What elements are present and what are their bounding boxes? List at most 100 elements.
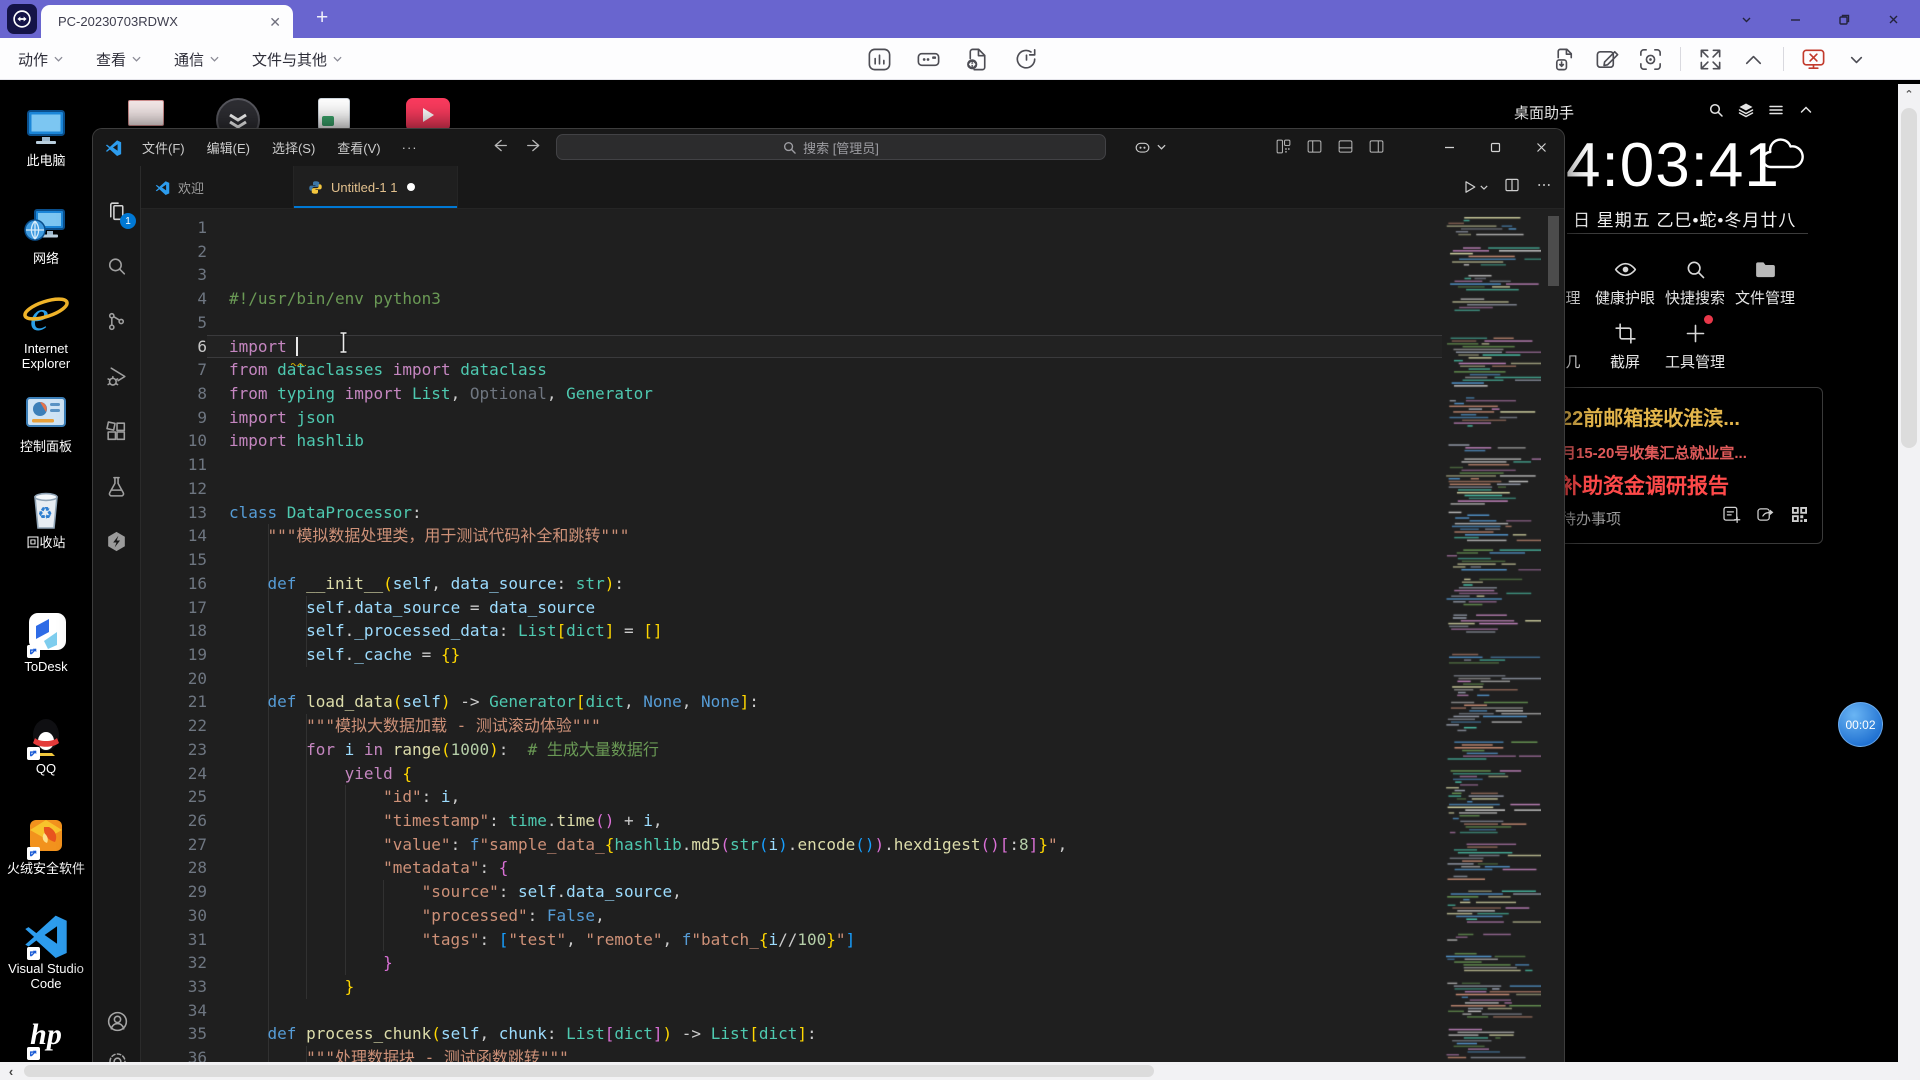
command-center-search[interactable]: 搜索 [管理员] xyxy=(556,134,1106,160)
connection-bar-icon[interactable] xyxy=(915,46,942,73)
collapse-icon[interactable] xyxy=(1798,102,1814,123)
more-actions-icon[interactable] xyxy=(1536,177,1552,198)
desktop-icon-control-panel[interactable]: 控制面板 xyxy=(0,390,92,454)
account-icon[interactable] xyxy=(105,1009,130,1034)
code-line-5[interactable] xyxy=(229,311,1067,335)
code-line-22[interactable]: """模拟大数据加载 - 测试滚动体验""" xyxy=(229,714,1067,738)
toggle-panel-icon[interactable] xyxy=(1337,138,1354,160)
explorer-icon[interactable]: 1 xyxy=(104,199,129,224)
layers-icon[interactable] xyxy=(1738,102,1754,123)
file-receive-icon[interactable] xyxy=(1551,46,1578,73)
code-line-31[interactable]: "tags": ["test", "remote", f"batch_{i//1… xyxy=(229,928,1067,952)
code-line-15[interactable] xyxy=(229,548,1067,572)
code-editor[interactable]: 1234567891011121314151617181920212223242… xyxy=(141,209,1564,1062)
source-control-icon[interactable] xyxy=(104,309,129,334)
vertical-scrollbar-thumb[interactable] xyxy=(1901,108,1917,448)
search-icon[interactable] xyxy=(104,254,129,279)
code-line-8[interactable]: from typing import List, Optional, Gener… xyxy=(229,382,1067,406)
code-line-14[interactable]: """模拟数据处理类，用于测试代码补全和跳转""" xyxy=(229,524,1067,548)
editor-scrollbar[interactable] xyxy=(1544,209,1564,1062)
restart-icon[interactable] xyxy=(1013,46,1040,73)
code-line-6[interactable]: import xyxy=(229,335,1067,359)
code-content[interactable]: #!/usr/bin/env python3 import from datac… xyxy=(229,216,1067,1062)
toggle-sidebar-icon[interactable] xyxy=(1306,138,1323,160)
desktop-icon-huorong[interactable]: 火绒安全软件 xyxy=(0,812,92,876)
nav-back-icon[interactable] xyxy=(491,137,508,159)
qrcode-icon[interactable] xyxy=(1789,504,1810,530)
vscode-minimize-button[interactable] xyxy=(1426,129,1472,166)
vscode-menu-2[interactable]: 选择(S) xyxy=(261,136,326,160)
code-line-17[interactable]: self.data_source = data_source xyxy=(229,596,1067,620)
tv-menu-0[interactable]: 动作 xyxy=(18,49,63,70)
extension-hex-icon[interactable] xyxy=(104,529,129,554)
code-line-26[interactable]: "timestamp": time.time() + i, xyxy=(229,809,1067,833)
code-line-27[interactable]: "value": f"sample_data_{hashlib.md5(str(… xyxy=(229,833,1067,857)
nav-forward-icon[interactable] xyxy=(526,137,543,159)
code-line-1[interactable] xyxy=(229,216,1067,240)
desktop-icon-this-pc[interactable]: 此电脑 xyxy=(0,104,92,168)
code-line-12[interactable] xyxy=(229,477,1067,501)
horizontal-scrollbar-thumb[interactable] xyxy=(24,1065,1154,1077)
code-line-7[interactable]: from dataclasses import dataclass xyxy=(229,358,1067,382)
code-line-21[interactable]: def load_data(self) -> Generator[dict, N… xyxy=(229,690,1067,714)
minimize-button[interactable] xyxy=(1771,0,1820,38)
scroll-up-icon[interactable]: ⌃ xyxy=(1898,84,1920,104)
tv-menu-2[interactable]: 通信 xyxy=(174,49,219,70)
vscode-close-button[interactable] xyxy=(1518,129,1564,166)
settings-gear-icon[interactable] xyxy=(105,1049,130,1062)
assistant-tool-3[interactable]: 文件管理 xyxy=(1723,254,1807,308)
desktop-icon-hp[interactable]: hphp xyxy=(0,1012,92,1062)
tab-welcome[interactable]: 欢迎 xyxy=(141,166,294,208)
split-editor-icon[interactable] xyxy=(1504,177,1520,198)
vscode-menu-0[interactable]: 文件(F) xyxy=(131,136,196,160)
news-item-1[interactable]: 月15-20号收集汇总就业宣... xyxy=(1561,442,1747,463)
testing-icon[interactable] xyxy=(104,474,129,499)
session-tab[interactable]: PC-20230703RDWX ✕ xyxy=(41,5,293,38)
note-add-icon[interactable] xyxy=(1721,504,1742,530)
close-session-tab-icon[interactable]: ✕ xyxy=(269,15,281,29)
session-timer-badge[interactable]: 00:02 xyxy=(1838,702,1883,747)
screen-capture-icon[interactable] xyxy=(1637,46,1664,73)
tv-menu-3[interactable]: 文件与其他 xyxy=(252,49,342,70)
vscode-maximize-button[interactable] xyxy=(1472,129,1518,166)
code-line-2[interactable] xyxy=(229,240,1067,264)
vscode-menu-3[interactable]: 查看(V) xyxy=(326,136,391,160)
code-line-36[interactable]: """处理数据块 - 测试函数跳转""" xyxy=(229,1046,1067,1062)
vscode-menu-1[interactable]: 编辑(E) xyxy=(196,136,261,160)
unsaved-dot-icon[interactable] xyxy=(407,183,415,191)
code-line-33[interactable]: } xyxy=(229,975,1067,999)
code-line-23[interactable]: for i in range(1000): # 生成大量数据行 xyxy=(229,738,1067,762)
file-transfer-icon[interactable] xyxy=(964,46,991,73)
restore-button[interactable] xyxy=(1820,0,1869,38)
run-python-file-button[interactable] xyxy=(1462,179,1488,195)
todo-label[interactable]: 待办事项 xyxy=(1561,508,1621,529)
code-line-19[interactable]: self._cache = {} xyxy=(229,643,1067,667)
code-line-35[interactable]: def process_chunk(self, chunk: List[dict… xyxy=(229,1022,1067,1046)
toggle-secondary-sidebar-icon[interactable] xyxy=(1368,138,1385,160)
partial-desktop-icon[interactable] xyxy=(406,98,450,132)
session-options-icon[interactable] xyxy=(1843,46,1870,73)
close-button[interactable] xyxy=(1869,0,1918,38)
collapse-toolbar-icon[interactable] xyxy=(1740,46,1767,73)
tab-untitled-1[interactable]: Untitled-1 1 xyxy=(294,166,458,208)
fullscreen-icon[interactable] xyxy=(1697,46,1724,73)
assistant-tool-6[interactable]: 工具管理 xyxy=(1653,318,1737,372)
code-line-4[interactable]: #!/usr/bin/env python3 xyxy=(229,287,1067,311)
code-line-18[interactable]: self._processed_data: List[dict] = [] xyxy=(229,619,1067,643)
run-debug-icon[interactable] xyxy=(104,364,129,389)
tv-menu-1[interactable]: 查看 xyxy=(96,49,141,70)
desktop-icon-todesk[interactable]: ToDesk xyxy=(0,610,92,674)
partial-desktop-icon[interactable] xyxy=(318,98,350,130)
code-line-25[interactable]: "id": i, xyxy=(229,785,1067,809)
search-icon[interactable] xyxy=(1708,102,1724,123)
news-item-0[interactable]: 22前邮箱接收淮滨... xyxy=(1561,402,1740,431)
code-line-13[interactable]: class DataProcessor: xyxy=(229,501,1067,525)
partial-desktop-icon[interactable] xyxy=(128,100,164,126)
code-line-28[interactable]: "metadata": { xyxy=(229,856,1067,880)
code-line-16[interactable]: def __init__(self, data_source: str): xyxy=(229,572,1067,596)
code-line-9[interactable]: import json xyxy=(229,406,1067,430)
vscode-menu-more[interactable]: ··· xyxy=(392,140,428,155)
weather-cloud-icon[interactable] xyxy=(1760,136,1808,179)
session-monitor-icon[interactable] xyxy=(866,46,893,73)
remote-vertical-scrollbar[interactable]: ⌃ xyxy=(1898,84,1920,1062)
